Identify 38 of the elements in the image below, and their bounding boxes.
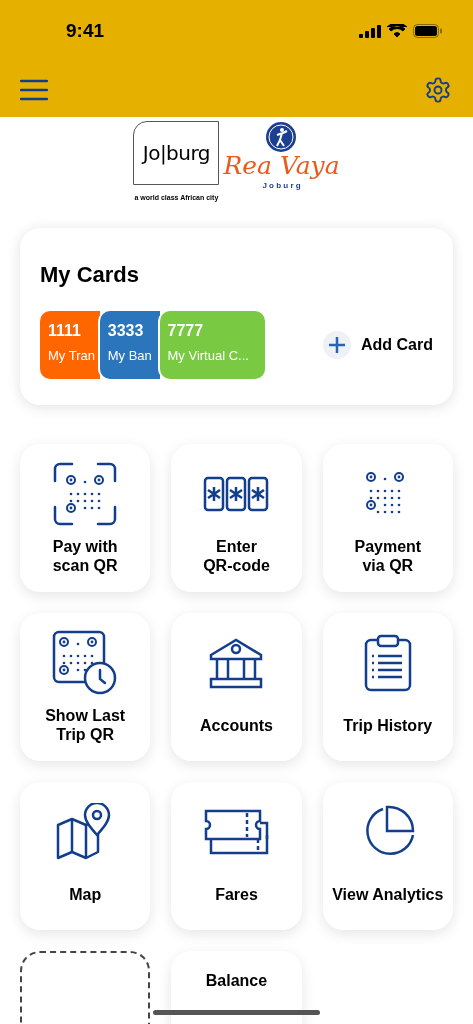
- qr-scan-icon: [52, 461, 119, 527]
- city-logo-text: Jo|burg: [142, 140, 211, 167]
- card-number: 7777: [167, 323, 205, 339]
- card-name: My Tran: [48, 349, 92, 362]
- signal-icon: [359, 24, 381, 38]
- action-tile[interactable]: Trip History: [322, 613, 453, 761]
- tickets-icon: [203, 809, 270, 855]
- brand-logo-text: Rea Vaya: [223, 153, 340, 178]
- action-tile[interactable]: Map: [20, 782, 151, 930]
- menu-button[interactable]: [20, 77, 48, 102]
- payment-card[interactable]: 3333 My Ban: [99, 311, 160, 379]
- menu-icon: [20, 78, 48, 101]
- brand-logo-subtext: J o b u r g: [262, 180, 301, 192]
- qr-clock-icon: [52, 630, 119, 696]
- action-tile[interactable]: Enter QR-code: [171, 444, 302, 592]
- settings-icon: [424, 75, 452, 104]
- card-name: My Virtual C...: [167, 349, 250, 362]
- action-tile[interactable]: View Analytics: [322, 782, 453, 930]
- action-tile[interactable]: Show Last Trip QR: [20, 613, 151, 761]
- card-number: 3333: [107, 323, 145, 339]
- wifi-icon: [387, 24, 407, 38]
- settings-button[interactable]: [423, 74, 453, 105]
- add-card-button[interactable]: Add Card: [323, 331, 433, 359]
- balance-label: Balance: [205, 971, 268, 991]
- action-tile[interactable]: Payment via QR: [322, 444, 453, 592]
- card-number: 1111: [48, 323, 82, 339]
- action-tile[interactable]: Fares: [171, 782, 302, 930]
- action-tile[interactable]: Accounts: [171, 613, 302, 761]
- bank-icon: [209, 637, 264, 689]
- my-cards-title: My Cards: [40, 261, 141, 289]
- runner-emblem-icon: [265, 121, 298, 153]
- asterisk-keys-icon: [203, 476, 270, 512]
- status-time: 9:41: [66, 18, 105, 43]
- action-tile[interactable]: Pay with scan QR: [20, 444, 151, 592]
- card-name: My Ban: [107, 349, 152, 362]
- battery-icon: [413, 24, 443, 38]
- clipboard-icon: [363, 634, 412, 692]
- plus-icon: [323, 331, 351, 359]
